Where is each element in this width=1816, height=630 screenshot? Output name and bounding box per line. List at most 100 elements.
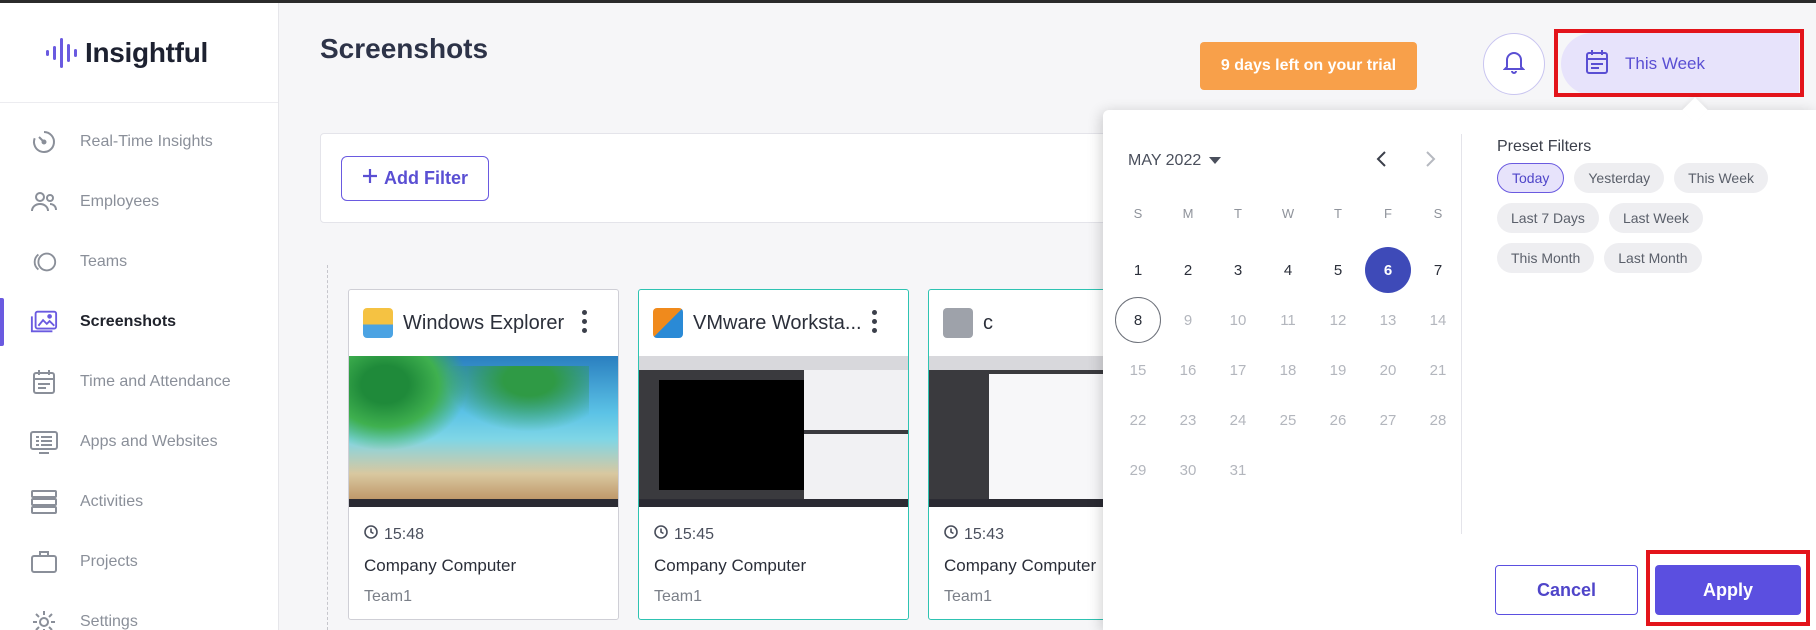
calendar-day[interactable]: 7 [1413, 245, 1463, 295]
month-select[interactable]: MAY 2022 [1128, 152, 1222, 170]
calendar-day[interactable]: 30 [1163, 445, 1213, 495]
card-app-name: Windows Explorer [403, 311, 565, 334]
chevron-right-icon[interactable] [1425, 150, 1437, 174]
sidebar-item-label: Screenshots [80, 313, 177, 330]
picker-divider [1461, 134, 1462, 534]
weekday-label: S [1133, 206, 1143, 221]
preset-chip[interactable]: This Week [1674, 163, 1768, 193]
calendar-day[interactable]: 8 [1113, 295, 1163, 345]
add-filter-label: Add Filter [384, 168, 468, 188]
clock-icon [654, 525, 668, 544]
preset-chip[interactable]: Last 7 Days [1497, 203, 1599, 233]
calendar-day-label: 8 [1115, 297, 1161, 343]
sidebar: Insightful Real-Time Insights Employees … [0, 3, 279, 630]
add-filter-button[interactable]: Add Filter [341, 156, 489, 201]
gauge-icon [30, 128, 58, 156]
sidebar-item-screenshots[interactable]: Screenshots [0, 292, 278, 352]
sidebar-item-projects[interactable]: Projects [0, 532, 278, 592]
calendar-day-label: 27 [1379, 411, 1397, 429]
calendar-day[interactable]: 23 [1163, 395, 1213, 445]
sidebar-item-time-and-attendance[interactable]: Time and Attendance [0, 352, 278, 412]
calendar-day[interactable]: 18 [1263, 345, 1313, 395]
bell-icon [1502, 50, 1526, 79]
calendar-day[interactable]: 22 [1113, 395, 1163, 445]
calendar-day[interactable]: 14 [1413, 295, 1463, 345]
calendar-day[interactable]: 6 [1363, 245, 1413, 295]
sidebar-item-real-time-insights[interactable]: Real-Time Insights [0, 112, 278, 172]
card-team: Team1 [654, 588, 703, 605]
cancel-button[interactable]: Cancel [1495, 565, 1638, 615]
calendar-day[interactable]: 11 [1263, 295, 1313, 345]
calendar-day[interactable]: 24 [1213, 395, 1263, 445]
calendar-day[interactable]: 15 [1113, 345, 1163, 395]
calendar-day[interactable]: 1 [1113, 245, 1163, 295]
card-app-name: c [983, 311, 993, 334]
monitor-list-icon [30, 428, 58, 456]
calendar-day-label: 17 [1229, 361, 1247, 379]
calendar-day[interactable]: 29 [1113, 445, 1163, 495]
screenshot-thumbnail[interactable] [349, 356, 618, 507]
calendar-day[interactable]: 26 [1313, 395, 1363, 445]
calendar-day-label: 11 [1280, 311, 1296, 329]
sidebar-item-employees[interactable]: Employees [0, 172, 278, 232]
sidebar-item-label: Settings [80, 613, 138, 630]
notifications-button[interactable] [1483, 33, 1545, 95]
card-app-name: VMware Worksta... [693, 311, 862, 334]
screenshot-card[interactable]: Windows Explorer 15:48 Company Computer … [348, 289, 619, 620]
calendar-day-label: 4 [1283, 261, 1293, 279]
calendar-day[interactable]: 3 [1213, 245, 1263, 295]
calendar-day[interactable]: 28 [1413, 395, 1463, 445]
card-computer: Company Computer [654, 556, 807, 575]
sidebar-item-label: Employees [80, 193, 160, 210]
preset-chip[interactable]: This Month [1497, 243, 1595, 273]
calendar-day[interactable]: 4 [1263, 245, 1313, 295]
calendar-day[interactable]: 31 [1213, 445, 1263, 495]
card-meta: 15:48 Company Computer Team1 [349, 507, 618, 606]
calendar-day[interactable]: 12 [1313, 295, 1363, 345]
calendar-day[interactable]: 2 [1163, 245, 1213, 295]
calendar-day[interactable]: 19 [1313, 345, 1363, 395]
calendar-day-label: 5 [1333, 261, 1343, 279]
weekday-label: S [1433, 206, 1443, 221]
logo[interactable]: Insightful [0, 3, 278, 103]
calendar-day-label: 30 [1179, 461, 1197, 479]
calendar-day[interactable]: 25 [1263, 395, 1313, 445]
preset-chip[interactable]: Today [1497, 163, 1565, 193]
highlight-box [1646, 550, 1810, 626]
preset-chip[interactable]: Last Month [1604, 243, 1702, 273]
calendar-day-label: 21 [1429, 361, 1447, 379]
calendar-day[interactable]: 17 [1213, 345, 1263, 395]
screenshot-card[interactable]: VMware Worksta... 15:45 Company Computer… [638, 289, 909, 620]
calendar-day[interactable]: 9 [1163, 295, 1213, 345]
calendar-day-label: 19 [1329, 361, 1347, 379]
calendar-icon [30, 368, 58, 396]
calendar-day-label: 1 [1133, 261, 1143, 279]
timeline-divider [327, 265, 328, 630]
sidebar-item-activities[interactable]: Activities [0, 472, 278, 532]
trial-badge[interactable]: 9 days left on your trial [1200, 42, 1417, 90]
preset-filters-title: Preset Filters [1497, 138, 1592, 155]
calendar-day[interactable]: 16 [1163, 345, 1213, 395]
chevron-left-icon[interactable] [1375, 150, 1387, 174]
preset-chip[interactable]: Yesterday [1574, 163, 1665, 193]
sidebar-item-apps-and-websites[interactable]: Apps and Websites [0, 412, 278, 472]
preset-filters: Today Yesterday This Week Last 7 Days Last W… [1497, 163, 1797, 273]
more-options-icon[interactable] [582, 310, 590, 333]
weekday-label: F [1384, 206, 1392, 221]
preset-chip[interactable]: Last Week [1608, 203, 1703, 233]
calendar-day[interactable]: 27 [1363, 395, 1413, 445]
calendar-day[interactable]: 20 [1363, 345, 1413, 395]
calendar-day-label: 23 [1179, 411, 1197, 429]
calendar-day-label: 24 [1229, 411, 1247, 429]
sidebar-item-settings[interactable]: Settings [0, 592, 278, 630]
sidebar-nav: Real-Time Insights Employees Teams Scree… [0, 103, 278, 630]
screenshot-thumbnail[interactable] [639, 356, 908, 507]
calendar-day[interactable]: 10 [1213, 295, 1263, 345]
stack-icon [30, 488, 58, 516]
calendar-day[interactable]: 5 [1313, 245, 1363, 295]
sidebar-item-label: Real-Time Insights [80, 133, 213, 150]
calendar-day[interactable]: 21 [1413, 345, 1463, 395]
more-options-icon[interactable] [872, 310, 880, 333]
calendar-day[interactable]: 13 [1363, 295, 1413, 345]
sidebar-item-teams[interactable]: Teams [0, 232, 278, 292]
